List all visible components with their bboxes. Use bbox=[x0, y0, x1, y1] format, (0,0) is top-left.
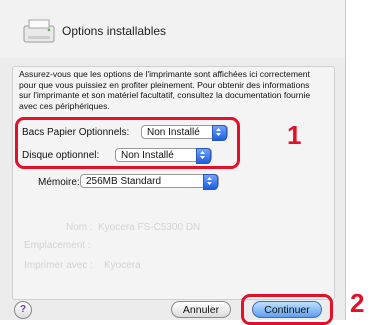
location-ghost: Emplacement : bbox=[24, 240, 91, 251]
memory-stepper-icon bbox=[203, 174, 218, 190]
memory-label: Mémoire: bbox=[38, 177, 80, 188]
driver-ghost: Kyocera bbox=[104, 260, 141, 271]
options-highlight bbox=[15, 117, 240, 169]
help-button[interactable]: ? bbox=[14, 301, 32, 319]
printer-name-ghost: Kyocera FS-C5300 DN bbox=[98, 222, 201, 233]
memory-value: 256MB Standard bbox=[86, 176, 162, 187]
print-with-ghost: Imprimer avec : bbox=[24, 260, 93, 271]
cancel-button[interactable]: Annuler bbox=[171, 301, 231, 318]
name-label-ghost: Nom : bbox=[66, 222, 93, 233]
dialog-description: Assurez-vous que les options de l'imprim… bbox=[19, 69, 311, 111]
continue-highlight bbox=[241, 294, 333, 325]
callout-one: 1 bbox=[287, 120, 302, 150]
dialog-title: Options installables bbox=[62, 24, 167, 38]
installable-options-sheet: Options installables Assurez-vous que le… bbox=[0, 0, 346, 325]
sheet-header: Options installables bbox=[0, 0, 345, 58]
callout-two: 2 bbox=[350, 288, 365, 318]
memory-select[interactable]: 256MB Standard bbox=[80, 174, 219, 190]
printer-icon bbox=[23, 19, 55, 43]
